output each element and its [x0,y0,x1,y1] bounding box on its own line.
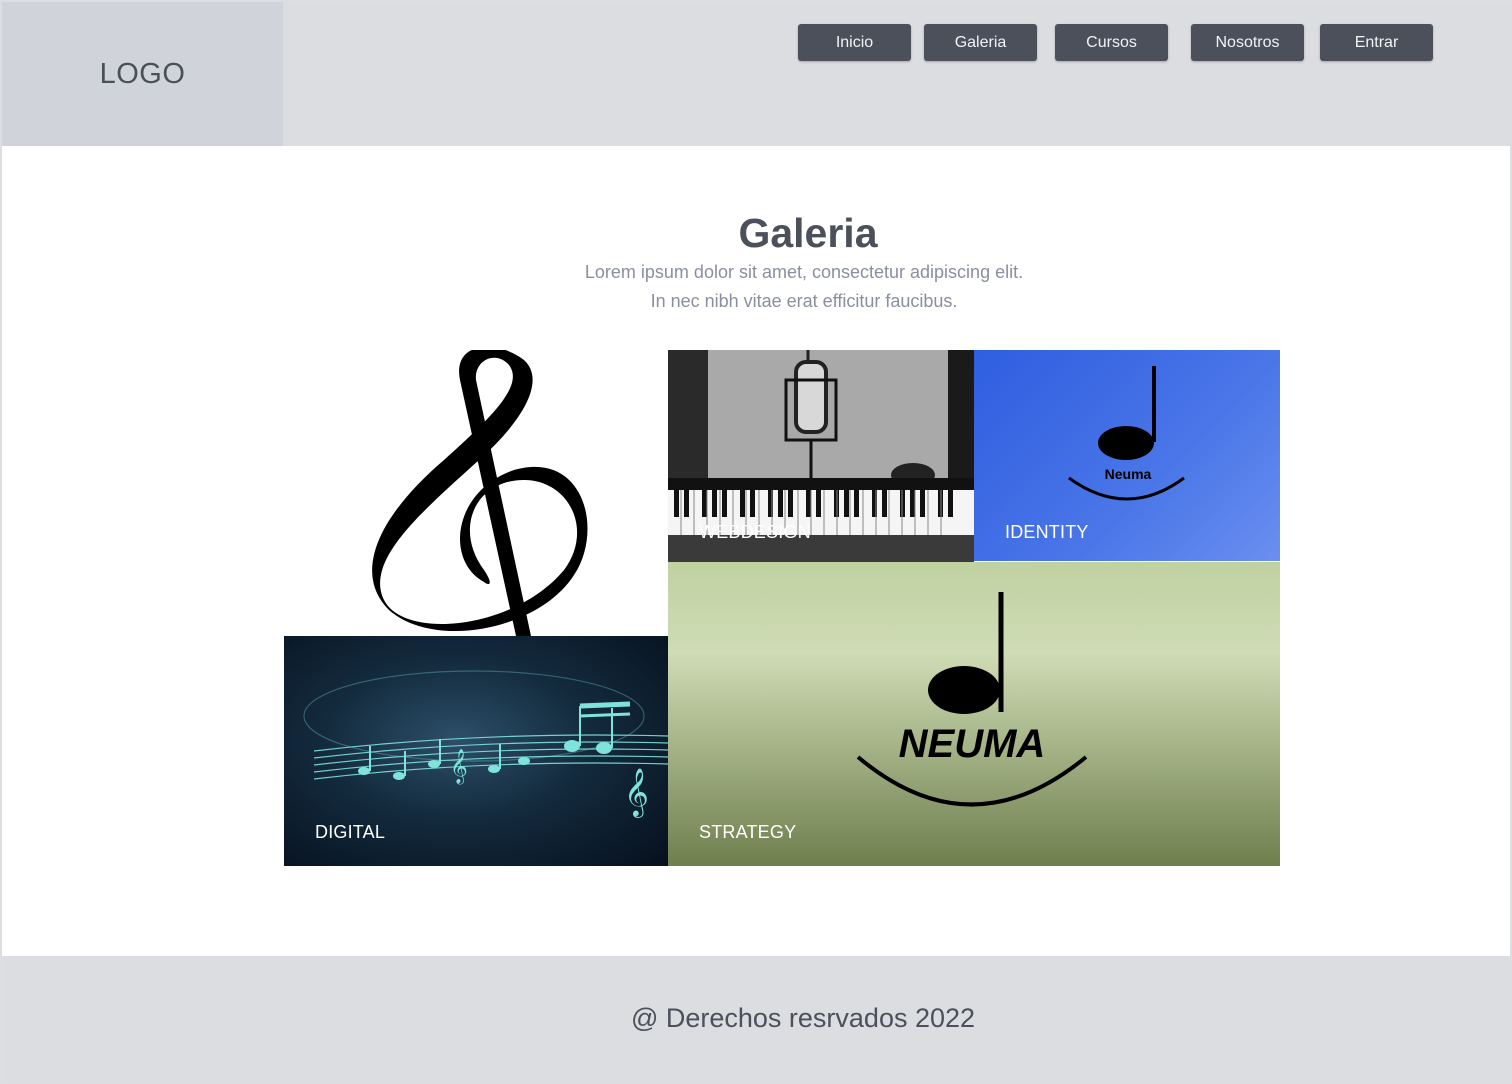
treble-clef-tile[interactable] [284,350,668,636]
page-title: Galeria [738,210,878,256]
webdesign-tile[interactable]: WEBDESIGN [668,350,974,562]
identity-label: IDENTITY [1005,522,1089,542]
webdesign-label: WEBDESIGN [699,522,811,542]
strategy-label: STRATEGY [699,822,797,842]
digital-label: DIGITAL [315,822,386,842]
nav-button-nosotros[interactable]: Nosotros [1191,24,1304,61]
identity-logo-text: Neuma [1105,466,1152,482]
page-subtitle-line-2: In nec nibh vitae erat efficitur faucibu… [650,291,958,311]
strategy-tile[interactable]: NEUMA STRATEGY [668,562,1280,866]
svg-text:𝄞: 𝄞 [624,767,649,818]
neuma-large-logo-icon: NEUMA [856,592,1088,807]
nav-button-cursos[interactable]: Cursos [1055,24,1168,61]
treble-clef-icon [372,350,588,636]
nav-button-inicio[interactable]: Inicio [798,24,911,61]
identity-tile[interactable]: Neuma IDENTITY [974,350,1280,561]
logo-text: LOGO [99,57,186,90]
svg-text:𝄞: 𝄞 [450,749,468,785]
logo[interactable]: LOGO [2,2,283,146]
nav-button-entrar[interactable]: Entrar [1320,24,1433,61]
nav-button-galeria[interactable]: Galeria [924,24,1037,61]
page-subtitle-line-1: Lorem ipsum dolor sit amet, consectetur … [584,262,1024,282]
footer-copyright: @ Derechos resrvados 2022 [630,1003,976,1033]
strategy-logo-text: NEUMA [899,722,1046,766]
digital-tile[interactable]: 𝄞 𝄞 DIGITAL [284,636,668,866]
